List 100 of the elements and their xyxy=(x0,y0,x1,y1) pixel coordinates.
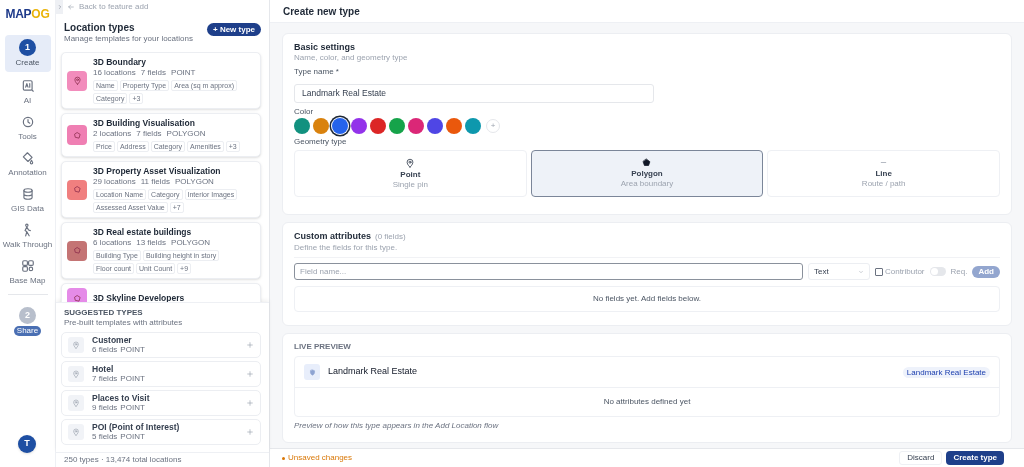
tool-item[interactable]: AI xyxy=(0,79,55,108)
arrow-left-icon xyxy=(67,3,75,11)
step-item[interactable]: 1 Create xyxy=(4,35,51,72)
polygon-icon xyxy=(72,293,82,302)
type-name: 3D Real estate buildings xyxy=(93,227,193,238)
type-meta: POLYGON xyxy=(174,177,214,187)
type-name: 3D Property Asset Visualization xyxy=(93,166,222,177)
new-type-button[interactable]: + New type xyxy=(207,23,261,36)
type-card[interactable]: 3D Skyline Developers xyxy=(61,283,261,302)
checkbox-label: Contributor xyxy=(884,265,925,278)
type-meta: 6 locations xyxy=(93,238,132,248)
step-label: Share xyxy=(13,326,42,336)
color-swatch[interactable] xyxy=(465,118,481,134)
toggle-label: Req. xyxy=(950,265,968,278)
preview-note: Preview of how this type appears in the Add Location flow xyxy=(294,421,500,431)
type-meta: POLYGON xyxy=(166,129,206,139)
paint-bucket-icon xyxy=(20,151,35,165)
color-swatch[interactable] xyxy=(332,118,348,134)
suggested-type-meta: 9 fields xyxy=(92,403,118,413)
chevron-right-icon xyxy=(56,4,63,10)
type-meta: 7 fields xyxy=(136,129,162,139)
type-meta: 13 fields xyxy=(136,238,167,248)
suggested-type-meta: POINT xyxy=(120,374,145,384)
pin-icon xyxy=(72,370,80,378)
step-number: 1 xyxy=(19,39,36,56)
pentagon-icon xyxy=(642,158,652,167)
logo-text: OG xyxy=(31,6,50,23)
geometry-option[interactable]: Polygon Area boundary xyxy=(530,150,764,197)
type-meta: POLYGON xyxy=(171,238,211,248)
clock-icon xyxy=(20,115,35,129)
logo-text: MAP xyxy=(5,6,32,23)
layers-icon xyxy=(20,259,35,273)
step-item[interactable]: 2 Share xyxy=(4,303,51,340)
color-swatch[interactable] xyxy=(294,118,310,134)
field-name-input[interactable]: Field name... xyxy=(294,263,803,280)
tool-item[interactable]: GIS Data xyxy=(0,187,55,216)
suggested-type-card[interactable]: Customer 6 fields POINT xyxy=(61,332,261,358)
page-title: Create new type xyxy=(270,0,1024,23)
suggested-type-card[interactable]: Places to Visit 9 fields POINT xyxy=(61,390,261,416)
ai-icon xyxy=(20,79,35,93)
suggested-type-card[interactable]: Hotel 7 fields POINT xyxy=(61,361,261,387)
panel-subtitle: Manage templates for your locations xyxy=(64,34,193,44)
discard-button[interactable]: Discard xyxy=(899,451,943,465)
type-select[interactable]: Text xyxy=(807,263,870,280)
geometry-option[interactable]: Line Route / path xyxy=(767,150,1000,197)
status-text: Unsaved changes xyxy=(288,452,353,464)
type-meta: POINT xyxy=(171,68,196,78)
checkbox[interactable] xyxy=(874,267,883,276)
pin-icon xyxy=(72,341,80,349)
color-swatch[interactable] xyxy=(313,118,329,134)
color-swatch[interactable] xyxy=(351,118,367,134)
polygon-icon xyxy=(72,246,82,255)
type-meta: 2 locations xyxy=(93,129,132,139)
section-title: SUGGESTED TYPES xyxy=(64,308,144,318)
color-swatch[interactable] xyxy=(446,118,462,134)
color-swatch[interactable] xyxy=(427,118,443,134)
suggested-type-meta: 5 fields xyxy=(92,432,118,442)
suggested-type-meta: POINT xyxy=(120,345,145,355)
type-name-field[interactable]: Landmark Real Estate xyxy=(294,83,654,103)
card-subtitle: Define the fields for this type. xyxy=(294,243,1000,258)
tool-item[interactable]: Tools xyxy=(0,115,55,144)
suggested-type-meta: 7 fields xyxy=(92,374,118,384)
preview-name: Landmark Real Estate xyxy=(328,365,419,379)
card-title: Custom attributes xyxy=(294,231,371,242)
type-meta: 7 fields xyxy=(140,68,167,78)
field-label: Type name * xyxy=(294,67,340,77)
create-type-button[interactable]: Create type xyxy=(946,451,1004,465)
field-label: Color xyxy=(294,107,315,117)
type-meta: 16 locations xyxy=(93,68,136,78)
collapse-toggle[interactable] xyxy=(56,0,63,14)
empty-state-message: No attributes defined yet xyxy=(602,396,692,408)
field-count: (0 fields) xyxy=(375,231,406,243)
color-swatch[interactable] xyxy=(408,118,424,134)
suggested-type-name: Places to Visit xyxy=(92,393,151,403)
tool-item[interactable]: Annotation xyxy=(0,151,55,180)
step-number: 2 xyxy=(19,307,36,324)
polygon-icon xyxy=(72,185,82,194)
polygon-icon xyxy=(72,130,82,140)
suggested-type-name: Hotel xyxy=(92,364,115,374)
type-meta: 29 locations xyxy=(93,177,136,187)
geometry-option[interactable]: Point Single pin xyxy=(294,150,527,197)
suggested-type-name: Customer xyxy=(92,335,133,345)
pin-icon xyxy=(72,399,80,407)
suggested-type-meta: 6 fields xyxy=(92,345,118,355)
step-label: Create xyxy=(15,58,40,68)
required-toggle[interactable] xyxy=(929,267,946,276)
pin-icon xyxy=(72,428,80,436)
suggested-type-meta: POINT xyxy=(120,403,145,413)
suggested-type-card[interactable]: POI (Point of Interest) 5 fields POINT xyxy=(61,419,261,445)
chevron-down-icon xyxy=(857,268,864,275)
pin-icon xyxy=(405,157,416,168)
tool-item[interactable]: Base Map xyxy=(0,259,55,288)
avatar[interactable]: T xyxy=(18,435,36,453)
tool-item[interactable]: Walk Through xyxy=(0,223,55,252)
section-title: LIVE PREVIEW xyxy=(294,342,352,352)
database-icon xyxy=(20,187,35,201)
suggested-type-meta: POINT xyxy=(120,432,145,442)
color-swatch[interactable] xyxy=(389,118,405,134)
color-swatch[interactable] xyxy=(370,118,386,134)
shield-icon xyxy=(308,368,316,376)
